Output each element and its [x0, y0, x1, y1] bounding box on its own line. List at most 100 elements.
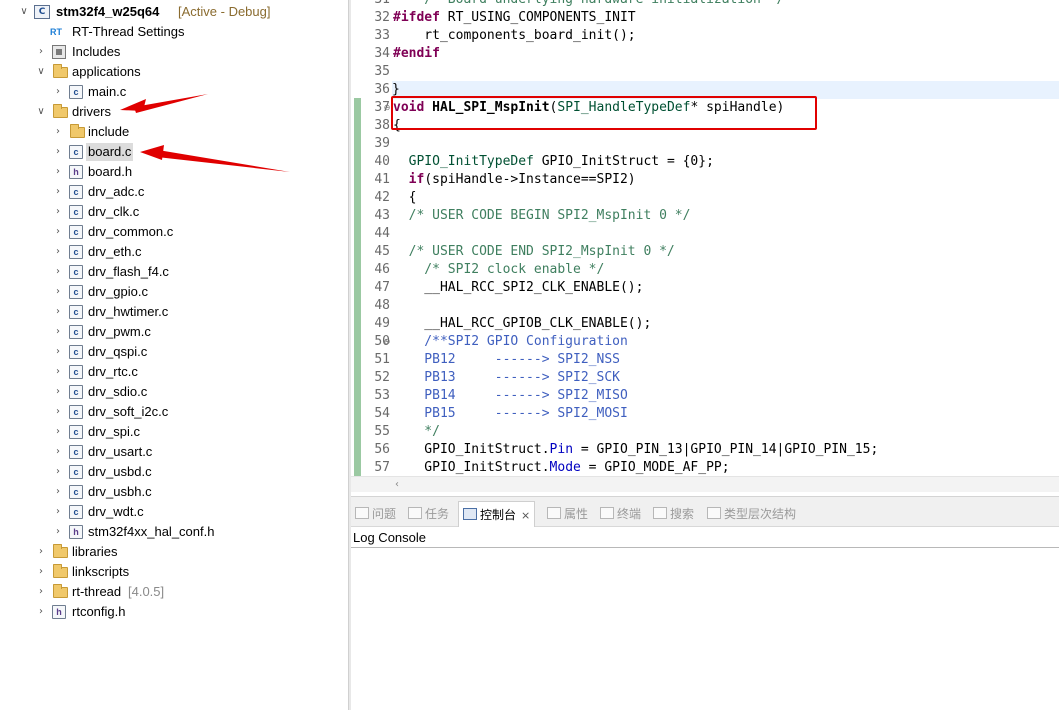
- tab-console[interactable]: 控制台 ⨯: [458, 501, 536, 527]
- chevron-right-icon[interactable]: ›: [52, 402, 64, 422]
- code-line[interactable]: /* USER CODE BEGIN SPI2_MspInit 0 */: [393, 207, 691, 225]
- tree-row-drv-soft-i2c[interactable]: › c drv_soft_i2c.c: [0, 402, 348, 422]
- chevron-right-icon[interactable]: ›: [52, 502, 64, 522]
- chevron-right-icon[interactable]: ›: [52, 322, 64, 342]
- c-file-icon: c: [69, 245, 83, 259]
- code-editor[interactable]: 31323334353637⊖3839404142434445464748495…: [351, 0, 1059, 492]
- chevron-right-icon[interactable]: ›: [52, 282, 64, 302]
- h-file-icon: h: [69, 165, 83, 179]
- chevron-right-icon[interactable]: ›: [52, 362, 64, 382]
- tree-row-include[interactable]: › include: [0, 122, 348, 142]
- tree-row-drv-adc[interactable]: › c drv_adc.c: [0, 182, 348, 202]
- code-line[interactable]: /**SPI2 GPIO Configuration: [393, 333, 628, 351]
- chevron-right-icon[interactable]: ›: [52, 122, 64, 142]
- fold-collapse-icon[interactable]: ⊖: [382, 333, 392, 351]
- chevron-right-icon[interactable]: ›: [52, 262, 64, 282]
- tree-row-drv-usbh[interactable]: › c drv_usbh.c: [0, 482, 348, 502]
- c-file-icon: c: [69, 145, 83, 159]
- chevron-down-icon[interactable]: ∨: [18, 2, 30, 22]
- chevron-right-icon[interactable]: ›: [52, 162, 64, 182]
- chevron-right-icon[interactable]: ›: [52, 522, 64, 542]
- chevron-right-icon[interactable]: ›: [52, 442, 64, 462]
- tree-row-drv-gpio[interactable]: › c drv_gpio.c: [0, 282, 348, 302]
- tree-row-rt-thread-settings[interactable]: RT RT-Thread Settings: [0, 22, 348, 42]
- chevron-right-icon[interactable]: ›: [35, 582, 47, 602]
- tab-tasks[interactable]: 任务: [408, 501, 449, 527]
- tree-row-drv-usart[interactable]: › c drv_usart.c: [0, 442, 348, 462]
- chevron-right-icon[interactable]: ›: [52, 462, 64, 482]
- tree-row-drv-sdio[interactable]: › c drv_sdio.c: [0, 382, 348, 402]
- tree-item-label: drv_usart.c: [88, 444, 153, 459]
- tree-row-applications[interactable]: ∨ applications: [0, 62, 348, 82]
- code-line[interactable]: /* USER CODE END SPI2_MspInit 0 */: [393, 243, 675, 261]
- code-line[interactable]: PB14 ------> SPI2_MISO: [393, 387, 628, 405]
- code-line[interactable]: /* SPI2 clock enable */: [393, 261, 604, 279]
- tree-row-hal-conf[interactable]: › h stm32f4xx_hal_conf.h: [0, 522, 348, 542]
- tree-row-libraries[interactable]: › libraries: [0, 542, 348, 562]
- close-icon[interactable]: ⨯: [521, 509, 530, 522]
- chevron-right-icon[interactable]: ›: [52, 482, 64, 502]
- code-line[interactable]: rt_components_board_init();: [393, 27, 635, 45]
- chevron-right-icon[interactable]: ›: [52, 82, 64, 102]
- tab-properties[interactable]: 属性: [547, 501, 588, 527]
- code-line[interactable]: GPIO_InitTypeDef GPIO_InitStruct = {0};: [393, 153, 714, 171]
- chevron-right-icon[interactable]: ›: [35, 562, 47, 582]
- chevron-right-icon[interactable]: ›: [52, 142, 64, 162]
- code-line[interactable]: GPIO_InitStruct.Pin = GPIO_PIN_13|GPIO_P…: [393, 441, 878, 459]
- code-line[interactable]: #ifdef RT_USING_COMPONENTS_INIT: [393, 9, 636, 27]
- folder-icon: [53, 564, 68, 578]
- code-line[interactable]: {: [393, 189, 417, 207]
- tree-row-drv-spi[interactable]: › c drv_spi.c: [0, 422, 348, 442]
- chevron-right-icon[interactable]: ›: [35, 42, 47, 62]
- tree-row-drv-hwtimer[interactable]: › c drv_hwtimer.c: [0, 302, 348, 322]
- tree-row-drv-common[interactable]: › c drv_common.c: [0, 222, 348, 242]
- code-line[interactable]: if(spiHandle->Instance==SPI2): [393, 171, 636, 189]
- code-line[interactable]: */: [393, 423, 440, 441]
- tree-row-drv-clk[interactable]: › c drv_clk.c: [0, 202, 348, 222]
- code-line[interactable]: /* Board underlying hardware initializat…: [393, 0, 784, 9]
- tree-row-rt-thread[interactable]: › rt-thread [4.0.5]: [0, 582, 348, 602]
- chevron-right-icon[interactable]: ›: [52, 342, 64, 362]
- tree-row-project[interactable]: ∨ C stm32f4_w25q64 [Active - Debug]: [0, 2, 348, 22]
- chevron-right-icon[interactable]: ›: [35, 542, 47, 562]
- code-line[interactable]: PB12 ------> SPI2_NSS: [393, 351, 620, 369]
- chevron-right-icon[interactable]: ›: [52, 242, 64, 262]
- code-line[interactable]: GPIO_InitStruct.Mode = GPIO_MODE_AF_PP;: [393, 459, 729, 477]
- chevron-down-icon[interactable]: ∨: [35, 62, 47, 82]
- tree-row-includes[interactable]: › Includes: [0, 42, 348, 62]
- tree-row-drv-flash-f4[interactable]: › c drv_flash_f4.c: [0, 262, 348, 282]
- line-number: 53: [374, 388, 390, 403]
- tab-search[interactable]: 搜索: [653, 501, 694, 527]
- tree-row-linkscripts[interactable]: › linkscripts: [0, 562, 348, 582]
- tree-row-rtconfig-h[interactable]: › h rtconfig.h: [0, 602, 348, 622]
- tree-row-drv-pwm[interactable]: › c drv_pwm.c: [0, 322, 348, 342]
- line-number: 44: [374, 226, 390, 241]
- chevron-down-icon[interactable]: ∨: [35, 102, 47, 122]
- chevron-right-icon[interactable]: ›: [52, 302, 64, 322]
- tree-row-drivers[interactable]: ∨ drivers: [0, 102, 348, 122]
- tree-row-drv-usbd[interactable]: › c drv_usbd.c: [0, 462, 348, 482]
- code-line[interactable]: PB15 ------> SPI2_MOSI: [393, 405, 628, 423]
- horizontal-scrollbar[interactable]: ‹: [351, 476, 1059, 492]
- tree-row-board-h[interactable]: › h board.h: [0, 162, 348, 182]
- tree-row-drv-qspi[interactable]: › c drv_qspi.c: [0, 342, 348, 362]
- chevron-right-icon[interactable]: ›: [35, 602, 47, 622]
- code-line[interactable]: #endif: [393, 45, 440, 63]
- tree-row-drv-wdt[interactable]: › c drv_wdt.c: [0, 502, 348, 522]
- tree-row-main-c[interactable]: › c main.c: [0, 82, 348, 102]
- tab-problems[interactable]: 问题: [355, 501, 396, 527]
- code-line[interactable]: __HAL_RCC_GPIOB_CLK_ENABLE();: [393, 315, 651, 333]
- chevron-right-icon[interactable]: ›: [52, 202, 64, 222]
- scroll-left-icon[interactable]: ‹: [395, 477, 399, 492]
- code-line[interactable]: PB13 ------> SPI2_SCK: [393, 369, 620, 387]
- tab-type-hierarchy[interactable]: 类型层次结构: [707, 501, 796, 527]
- chevron-right-icon[interactable]: ›: [52, 182, 64, 202]
- tab-terminal[interactable]: 终端: [600, 501, 641, 527]
- chevron-right-icon[interactable]: ›: [52, 222, 64, 242]
- chevron-right-icon[interactable]: ›: [52, 422, 64, 442]
- tree-row-board-c[interactable]: › c board.c: [0, 142, 348, 162]
- chevron-right-icon[interactable]: ›: [52, 382, 64, 402]
- code-line[interactable]: __HAL_RCC_SPI2_CLK_ENABLE();: [393, 279, 643, 297]
- tree-row-drv-rtc[interactable]: › c drv_rtc.c: [0, 362, 348, 382]
- tree-row-drv-eth[interactable]: › c drv_eth.c: [0, 242, 348, 262]
